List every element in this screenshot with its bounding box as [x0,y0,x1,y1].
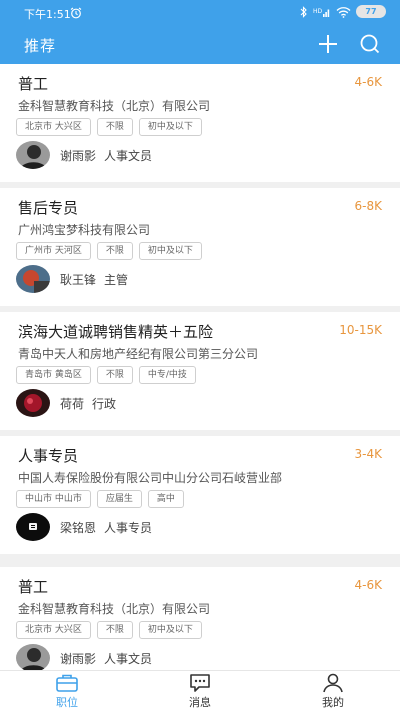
tag-location: 中山市 中山市 [16,490,91,508]
tag-experience: 不限 [96,118,133,136]
avatar [16,265,50,293]
tab-label: 职位 [56,696,78,709]
job-company: 广州鸿宝梦科技有限公司 [18,223,151,237]
recruiter-role: 人事文员 [104,651,153,666]
recruiter-role: 行政 [92,396,117,411]
recruiter-name: 谢雨影 [60,148,97,163]
tag-education: 初中及以下 [138,621,202,639]
status-right: HD 77 [300,5,386,18]
job-salary: 6-8K [354,199,382,213]
recruiter-role: 主管 [104,272,129,287]
tag-education: 中专/中技 [138,366,196,384]
alarm-icon [70,7,82,19]
status-time: 下午1:51 [24,8,71,21]
job-title: 人事专员 [18,447,79,465]
job-tags: 广州市 天河区 不限 初中及以下 [16,242,202,260]
job-card[interactable]: 滨海大道诚聘销售精英＋五险 10-15K 青岛中天人和房地产经纪有限公司第三分公… [0,312,400,430]
wifi-icon [336,6,351,18]
tab-messages[interactable]: 消息 [160,673,240,711]
tag-location: 广州市 天河区 [16,242,91,260]
job-company: 青岛中天人和房地产经纪有限公司第三分公司 [18,347,259,361]
briefcase-icon [56,674,78,692]
recruiter: 梁铭恩 人事专员 [16,513,152,541]
job-card[interactable]: 普工 4-6K 金科智慧教育科技（北京）有限公司 北京市 大兴区 不限 初中及以… [0,64,400,182]
recruiter-name: 耿王锋 [60,272,97,287]
tab-label: 消息 [189,696,211,709]
job-salary: 3-4K [354,447,382,461]
bluetooth-icon [300,5,307,18]
job-tags: 北京市 大兴区 不限 初中及以下 [16,621,202,639]
search-icon[interactable] [358,32,382,56]
job-salary: 10-15K [339,323,382,337]
tag-location: 北京市 大兴区 [16,118,91,136]
job-salary: 4-6K [354,75,382,89]
job-title: 普工 [18,75,49,93]
job-tags: 青岛市 黄岛区 不限 中专/中技 [16,366,196,384]
recruiter-name: 荷荷 [60,396,85,411]
job-salary: 4-6K [354,578,382,592]
job-tags: 北京市 大兴区 不限 初中及以下 [16,118,202,136]
tag-experience: 不限 [96,621,133,639]
user-icon [323,673,343,693]
tag-location: 北京市 大兴区 [16,621,91,639]
avatar [16,644,50,670]
avatar [16,141,50,169]
tag-location: 青岛市 黄岛区 [16,366,91,384]
job-card[interactable]: 售后专员 6-8K 广州鸿宝梦科技有限公司 广州市 天河区 不限 初中及以下 耿… [0,188,400,306]
avatar [16,513,50,541]
add-icon[interactable] [316,32,340,56]
job-list: 普工 4-6K 金科智慧教育科技（北京）有限公司 北京市 大兴区 不限 初中及以… [0,64,400,670]
job-card[interactable]: 普工 4-6K 金科智慧教育科技（北京）有限公司 北京市 大兴区 不限 初中及以… [0,567,400,670]
job-tags: 中山市 中山市 应届生 高中 [16,490,184,508]
page-title: 推荐 [24,37,57,55]
recruiter: 谢雨影 人事文员 [16,141,152,169]
recruiter-role: 人事文员 [104,148,153,163]
tag-experience: 不限 [96,366,133,384]
recruiter: 耿王锋 主管 [16,265,128,293]
recruiter-name: 谢雨影 [60,651,97,666]
tab-profile[interactable]: 我的 [293,673,373,711]
bottom-tab-bar: 职位 消息 我的 [0,670,400,711]
job-title: 售后专员 [18,199,79,217]
tag-education: 初中及以下 [138,242,202,260]
tag-education: 初中及以下 [138,118,202,136]
job-card[interactable]: 人事专员 3-4K 中国人寿保险股份有限公司中山分公司石岐营业部 中山市 中山市… [0,436,400,554]
tab-jobs[interactable]: 职位 [27,673,107,711]
top-bar: 下午1:51 HD 77 推荐 [0,0,400,64]
job-company: 金科智慧教育科技（北京）有限公司 [18,99,211,113]
recruiter: 荷荷 行政 [16,389,116,417]
job-title: 滨海大道诚聘销售精英＋五险 [18,323,214,341]
recruiter: 谢雨影 人事文员 [16,644,152,670]
tag-education: 高中 [147,490,184,508]
tab-label: 我的 [322,696,344,709]
battery-indicator: 77 [356,5,386,18]
job-company: 金科智慧教育科技（北京）有限公司 [18,602,211,616]
chat-icon [190,674,210,692]
signal-icon: HD [313,8,330,17]
job-title: 普工 [18,578,49,596]
avatar [16,389,50,417]
recruiter-name: 梁铭恩 [60,520,97,535]
tag-experience: 应届生 [96,490,142,508]
svg-text:HD: HD [313,8,323,15]
job-company: 中国人寿保险股份有限公司中山分公司石岐营业部 [18,471,283,485]
tag-experience: 不限 [96,242,133,260]
recruiter-role: 人事专员 [104,520,153,535]
status-bar: 下午1:51 HD 77 [0,0,400,28]
